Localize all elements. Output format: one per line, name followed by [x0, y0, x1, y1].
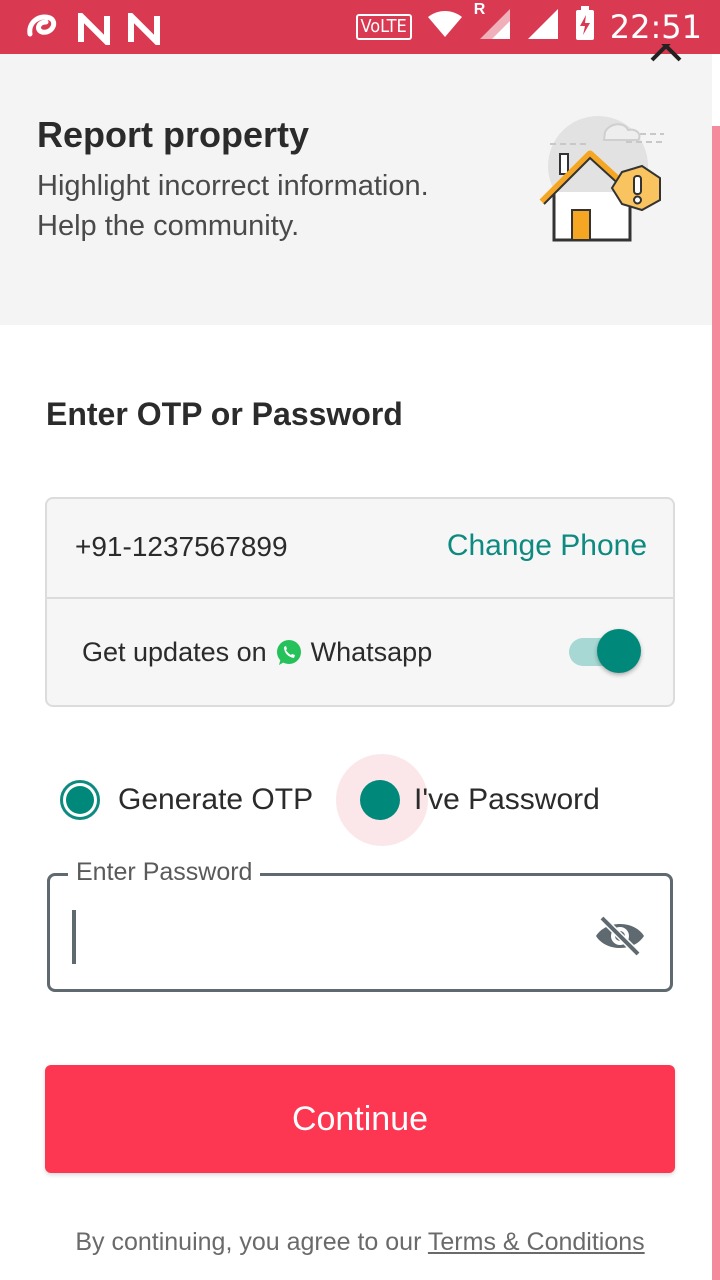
phone-card: +91-1237567899 Change Phone Get updates … — [45, 497, 675, 707]
text-cursor — [72, 910, 76, 964]
phone-number: +91-1237567899 — [75, 531, 288, 562]
radio-ive-password[interactable]: I've Password — [336, 754, 600, 846]
whatsapp-prefix: Get updates on — [82, 637, 267, 667]
radio-label-ive-password: I've Password — [414, 783, 600, 816]
signal-roaming-icon: R — [474, 1, 512, 46]
volte-badge: VoLTE — [355, 13, 412, 40]
whatsapp-label: Whatsapp — [310, 637, 433, 667]
wifi-icon — [426, 9, 464, 44]
terms-text: By continuing, you agree to our Terms & … — [0, 1228, 720, 1257]
whatsapp-text: Get updates on Whatsapp — [82, 637, 432, 668]
toggle-knob — [597, 629, 641, 673]
close-icon[interactable] — [648, 44, 684, 68]
clock: 22:51 — [609, 7, 702, 46]
eye-off-icon[interactable] — [594, 914, 646, 958]
airtel-logo-icon — [22, 8, 60, 54]
phone-row: +91-1237567899 Change Phone — [47, 499, 673, 599]
subtitle-line-1: Highlight incorrect information. — [37, 170, 429, 202]
whatsapp-toggle[interactable] — [567, 629, 643, 675]
subtitle-line-2: Help the community. — [37, 210, 300, 242]
roaming-indicator: R — [473, 1, 486, 18]
password-field-label: Enter Password — [68, 858, 261, 887]
terms-link[interactable]: Terms & Conditions — [428, 1228, 645, 1256]
auth-method-radio-group: Generate OTP I've Password — [0, 754, 712, 846]
whatsapp-icon — [275, 639, 303, 667]
status-bar: VoLTE R 22:51 — [0, 0, 720, 54]
header-panel: Report property Highlight incorrect info… — [0, 54, 712, 325]
password-input[interactable] — [72, 906, 572, 964]
notification-n-icon — [128, 8, 160, 50]
radio-generate-otp[interactable]: Generate OTP — [60, 760, 313, 840]
continue-button[interactable]: Continue — [45, 1065, 675, 1173]
scroll-indicator — [712, 126, 720, 1280]
page-title: Report property — [37, 114, 310, 155]
page-subtitle: Highlight incorrect information. Help th… — [37, 166, 517, 246]
radio-circle-selected — [360, 780, 400, 820]
password-field: Enter Password — [47, 858, 673, 992]
report-house-illustration-icon — [530, 114, 680, 254]
section-title: Enter OTP or Password — [46, 396, 403, 432]
radio-circle — [60, 780, 100, 820]
battery-charging-icon — [574, 6, 596, 47]
notification-n-icon — [78, 8, 110, 50]
signal-icon — [526, 7, 560, 46]
radio-label-generate-otp: Generate OTP — [118, 783, 314, 816]
change-phone-link[interactable]: Change Phone — [447, 529, 647, 563]
whatsapp-row: Get updates on Whatsapp — [47, 599, 673, 707]
terms-prefix: By continuing, you agree to our — [75, 1228, 422, 1256]
